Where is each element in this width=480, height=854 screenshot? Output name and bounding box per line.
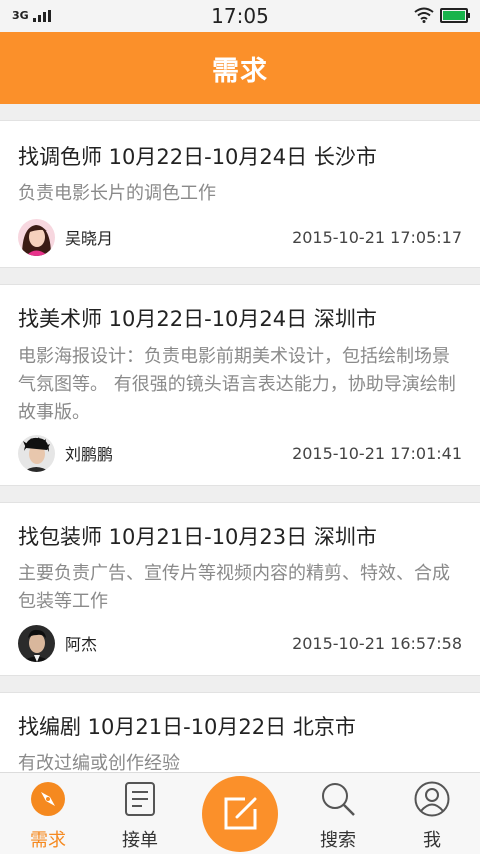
avatar[interactable] bbox=[18, 434, 55, 472]
clock: 17:05 bbox=[211, 4, 269, 28]
post-time: 2015-10-21 17:05:17 bbox=[292, 227, 462, 247]
tab-label: 接单 bbox=[122, 830, 158, 851]
post-card[interactable]: 找包装师 10月21日-10月23日 深圳市 主要负责广告、宣传片等视频内容的精… bbox=[0, 502, 480, 676]
tab-label: 我 bbox=[423, 830, 441, 851]
post-description: 电影海报设计：负责电影前期美术设计，包括绘制场景气氛图等。 有很强的镜头语言表达… bbox=[18, 346, 456, 423]
tab-demand[interactable]: 需求 bbox=[0, 773, 96, 854]
tab-search[interactable]: 搜索 bbox=[290, 773, 386, 854]
demand-feed[interactable]: 找调色师 10月22日-10月24日 长沙市 负责电影长片的调色工作 吴晓月 2… bbox=[0, 104, 480, 772]
post-card[interactable]: 找美术师 10月22日-10月24日 深圳市 电影海报设计：负责电影前期美术设计… bbox=[0, 284, 480, 486]
search-icon bbox=[322, 783, 355, 816]
status-icons bbox=[414, 7, 470, 23]
avatar[interactable] bbox=[18, 624, 55, 662]
document-icon bbox=[125, 782, 155, 816]
author-name: 阿杰 bbox=[65, 635, 98, 654]
tab-label: 搜索 bbox=[320, 830, 356, 851]
tab-orders[interactable]: 接单 bbox=[92, 773, 188, 854]
post-footer: 阿杰 2015-10-21 16:57:58 bbox=[18, 624, 462, 662]
user-icon bbox=[414, 781, 450, 817]
post-title: 找美术师 10月22日-10月24日 深圳市 bbox=[18, 307, 377, 331]
publish-button[interactable] bbox=[202, 776, 278, 852]
post-title: 找编剧 10月21日-10月22日 北京市 bbox=[18, 715, 356, 739]
battery-icon bbox=[440, 7, 470, 23]
status-bar: 3G 17:05 bbox=[0, 0, 480, 32]
post-card[interactable]: 找调色师 10月22日-10月24日 长沙市 负责电影长片的调色工作 吴晓月 2… bbox=[0, 120, 480, 268]
wifi-icon bbox=[414, 7, 434, 23]
author-name: 吴晓月 bbox=[65, 229, 114, 248]
page-title: 需求 bbox=[212, 55, 268, 87]
post-time: 2015-10-21 16:57:58 bbox=[292, 633, 462, 653]
post-description: 有改过编或创作经验 bbox=[18, 753, 180, 772]
post-time: 2015-10-21 17:01:41 bbox=[292, 443, 462, 463]
post-description: 主要负责广告、宣传片等视频内容的精剪、特效、合成包装等工作 bbox=[18, 563, 450, 612]
post-card[interactable]: 找编剧 10月21日-10月22日 北京市 有改过编或创作经验 bbox=[0, 692, 480, 772]
compass-icon bbox=[31, 782, 65, 816]
author-name: 刘鹏鹏 bbox=[65, 445, 114, 464]
avatar[interactable] bbox=[18, 218, 55, 256]
app-header: 需求 bbox=[0, 32, 480, 104]
post-footer: 吴晓月 2015-10-21 17:05:17 bbox=[18, 218, 462, 256]
edit-icon bbox=[224, 797, 257, 830]
tab-me[interactable]: 我 bbox=[384, 773, 480, 854]
post-title: 找包装师 10月21日-10月23日 深圳市 bbox=[18, 525, 377, 549]
post-title: 找调色师 10月22日-10月24日 长沙市 bbox=[18, 145, 377, 169]
post-footer: 刘鹏鹏 2015-10-21 17:01:41 bbox=[18, 434, 462, 472]
tab-label: 需求 bbox=[30, 830, 66, 851]
post-description: 负责电影长片的调色工作 bbox=[18, 183, 216, 204]
